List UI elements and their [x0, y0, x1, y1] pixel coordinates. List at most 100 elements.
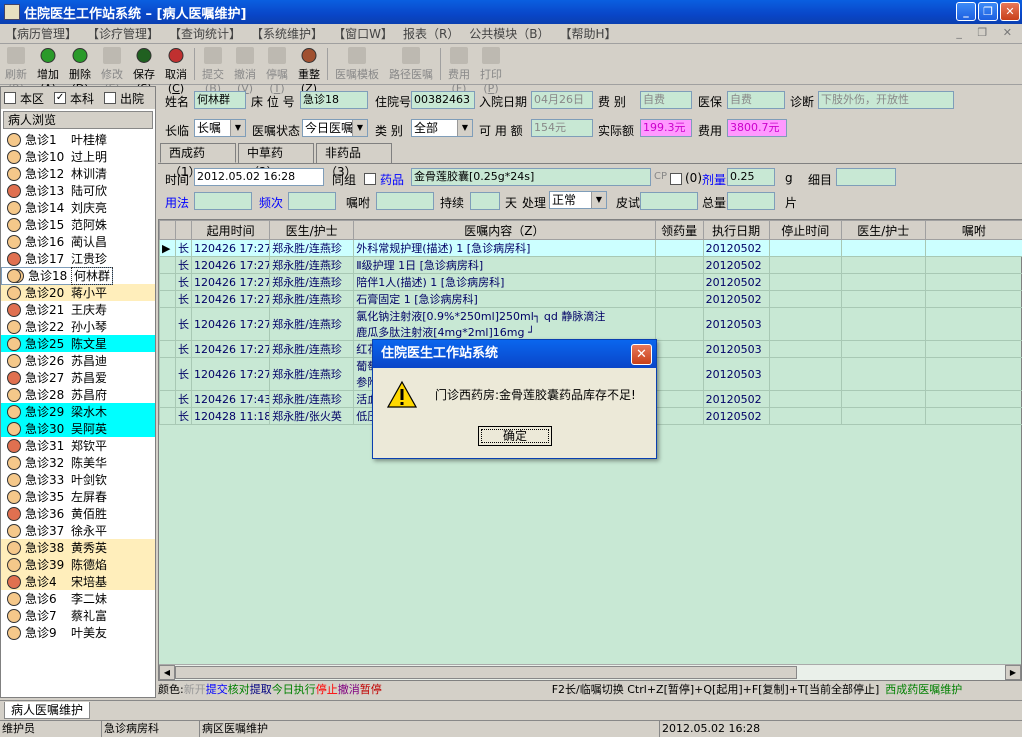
toolbar-button-5[interactable]: 取消 (C): [160, 45, 192, 95]
ok-button[interactable]: 确定: [478, 426, 552, 446]
dialog-close-button[interactable]: ✕: [631, 344, 652, 365]
grid-header[interactable]: [175, 220, 193, 240]
tab-herbal[interactable]: 中草药（2）: [238, 143, 314, 179]
patient-row[interactable]: 急诊26 苏昌迪: [1, 352, 155, 369]
total-field[interactable]: [727, 192, 775, 210]
subunit-field[interactable]: [836, 168, 896, 186]
patient-row[interactable]: 急诊21 王庆寿: [1, 301, 155, 318]
grid-header[interactable]: 执行日期: [702, 220, 770, 240]
freq-field[interactable]: [288, 192, 336, 210]
patient-row[interactable]: 急诊1 叶桂樟: [1, 131, 155, 148]
fee-field[interactable]: 自费: [640, 91, 692, 109]
tab-order-maintain[interactable]: 病人医嘱维护: [4, 702, 91, 719]
group-checkbox[interactable]: [364, 173, 376, 185]
patient-row[interactable]: 急诊36 黄佰胜: [1, 505, 155, 522]
close-button[interactable]: ✕: [1000, 2, 1020, 21]
toolbar-button-6[interactable]: 提交 (B): [197, 45, 229, 95]
time-field[interactable]: 2012.05.02 16:28: [194, 168, 324, 186]
filter-checkbox[interactable]: [104, 92, 117, 104]
toolbar-button-11[interactable]: 路径医嘱: [384, 45, 438, 82]
toolbar-button-8[interactable]: 停嘱 (T): [261, 45, 293, 95]
avail-field[interactable]: 154元: [531, 119, 593, 137]
menu-item[interactable]: 【诊疗管理】: [82, 25, 164, 42]
table-row[interactable]: 长 120426 17:27 郑永胜/连燕珍 陪伴1人(描述) 1 [急诊病房科] 20…: [158, 273, 1022, 291]
patient-row[interactable]: 急诊12 林训清: [1, 165, 155, 182]
toolbar-button-13[interactable]: 打印 (P): [475, 45, 507, 95]
advice-field[interactable]: [376, 192, 434, 210]
menu-item[interactable]: 【查询统计】: [164, 25, 246, 42]
name-field[interactable]: 何林群: [194, 91, 246, 109]
cost-field[interactable]: 3800.7元: [727, 119, 787, 137]
patient-row[interactable]: 急诊25 陈文星: [1, 335, 155, 352]
patient-row[interactable]: 急诊9 叶美友: [1, 624, 155, 641]
minimize-button[interactable]: _: [956, 2, 976, 21]
patient-row[interactable]: 急诊17 江贵珍: [1, 250, 155, 267]
menu-item[interactable]: 【窗口W】: [328, 25, 398, 42]
patient-row[interactable]: 急诊22 孙小琴: [1, 318, 155, 335]
patient-row[interactable]: 急诊38 黄秀英: [1, 539, 155, 556]
menu-item[interactable]: 【帮助H】: [555, 25, 622, 42]
restore-button[interactable]: ❐: [978, 2, 998, 21]
patient-row[interactable]: 急诊28 苏昌府: [1, 386, 155, 403]
duration-field[interactable]: [470, 192, 500, 210]
toolbar-button-12[interactable]: 费用 (F): [443, 45, 475, 95]
toolbar-button-7[interactable]: 撤消 (V): [229, 45, 261, 95]
filter-checkbox[interactable]: ✓: [54, 92, 67, 104]
admit-field[interactable]: 04月26日: [531, 91, 593, 109]
patient-row[interactable]: 急诊20 蒋小平: [1, 284, 155, 301]
menu-item[interactable]: 【病历管理】: [0, 25, 82, 42]
term-select[interactable]: 长嘱 ▼: [194, 119, 246, 137]
grid-header[interactable]: 医生/护士: [840, 220, 926, 240]
horizontal-scrollbar[interactable]: ◀ ▶: [159, 664, 1021, 680]
patient-row[interactable]: 急诊27 苏昌爱: [1, 369, 155, 386]
type-select[interactable]: 全部 ▼: [411, 119, 473, 137]
patient-row[interactable]: 急诊16 蔺认昌: [1, 233, 155, 250]
patient-row[interactable]: 急诊7 蔡礼富: [1, 607, 155, 624]
cp-checkbox[interactable]: [670, 173, 682, 185]
patient-row[interactable]: 急诊6 李二妹: [1, 590, 155, 607]
patient-row[interactable]: 急诊32 陈美华: [1, 454, 155, 471]
toolbar-button-9[interactable]: 重整 (Z): [293, 45, 325, 95]
patient-row[interactable]: 急诊33 叶剑钦: [1, 471, 155, 488]
drug-field[interactable]: 金骨莲胶囊[0.25g*24s]: [411, 168, 651, 186]
grid-header[interactable]: 起用时间: [191, 220, 271, 240]
patient-row[interactable]: 急诊15 范阿姝: [1, 216, 155, 233]
patient-row[interactable]: 急诊31 郑钦平: [1, 437, 155, 454]
grid-header[interactable]: 嘱咐: [924, 220, 1022, 240]
mdi-controls[interactable]: _ ❐ ✕: [956, 26, 1018, 39]
table-row[interactable]: ▶ 长 120426 17:27 郑永胜/连燕珍 外科常规护理(描述) 1 [急诊病房科…: [158, 239, 1022, 257]
scroll-right-icon[interactable]: ▶: [1005, 665, 1021, 680]
status-select[interactable]: 今日医嘱 ▼: [302, 119, 368, 137]
menu-item[interactable]: 【系统维护】: [246, 25, 328, 42]
patient-row[interactable]: 急诊10 过上明: [1, 148, 155, 165]
actual-field[interactable]: 199.3元: [640, 119, 692, 137]
bed-field[interactable]: 急诊18: [300, 91, 368, 109]
patient-row[interactable]: 急诊13 陆可欣: [1, 182, 155, 199]
grid-header[interactable]: 停止时间: [768, 220, 842, 240]
filter-checkbox[interactable]: [4, 92, 16, 104]
toolbar-button-10[interactable]: 医嘱模板: [330, 45, 384, 82]
menu-item[interactable]: 公共模块（B）: [464, 25, 554, 42]
skintest-field[interactable]: [640, 192, 698, 210]
patient-row[interactable]: 急诊30 吴阿英: [1, 420, 155, 437]
insurance-field[interactable]: 自费: [727, 91, 785, 109]
grid-header[interactable]: 领药量: [654, 220, 704, 240]
grid-header[interactable]: [158, 220, 177, 240]
tab-nondrug[interactable]: 非药品（3）: [316, 143, 392, 179]
scroll-left-icon[interactable]: ◀: [159, 665, 175, 680]
menu-item[interactable]: 报表（R）: [398, 25, 464, 42]
diagnosis-field[interactable]: 下肢外伤，开放性: [818, 91, 954, 109]
table-row[interactable]: 长 120426 17:27 郑永胜/连燕珍 氯化钠注射液[0.9%*250ml]25…: [158, 307, 1022, 341]
patient-row[interactable]: 急诊39 陈德焰: [1, 556, 155, 573]
patient-row[interactable]: 急诊37 徐永平: [1, 522, 155, 539]
patient-row[interactable]: 急诊14 刘庆亮: [1, 199, 155, 216]
tab-western[interactable]: 西成药（1）: [160, 143, 236, 179]
dose-field[interactable]: 0.25: [727, 168, 775, 186]
table-row[interactable]: 长 120426 17:27 郑永胜/连燕珍 石膏固定 1 [急诊病房科] 201205…: [158, 290, 1022, 308]
handle-select[interactable]: 正常 ▼: [549, 191, 607, 209]
inpatient-field[interactable]: 00382463: [411, 91, 475, 109]
grid-header[interactable]: 医嘱内容（Z）: [353, 220, 656, 240]
table-row[interactable]: 长 120426 17:27 郑永胜/连燕珍 Ⅱ级护理 1日 [急诊病房科] 20120…: [158, 256, 1022, 274]
patient-row[interactable]: 急诊4 宋培基: [1, 573, 155, 590]
scroll-thumb[interactable]: [175, 666, 797, 679]
